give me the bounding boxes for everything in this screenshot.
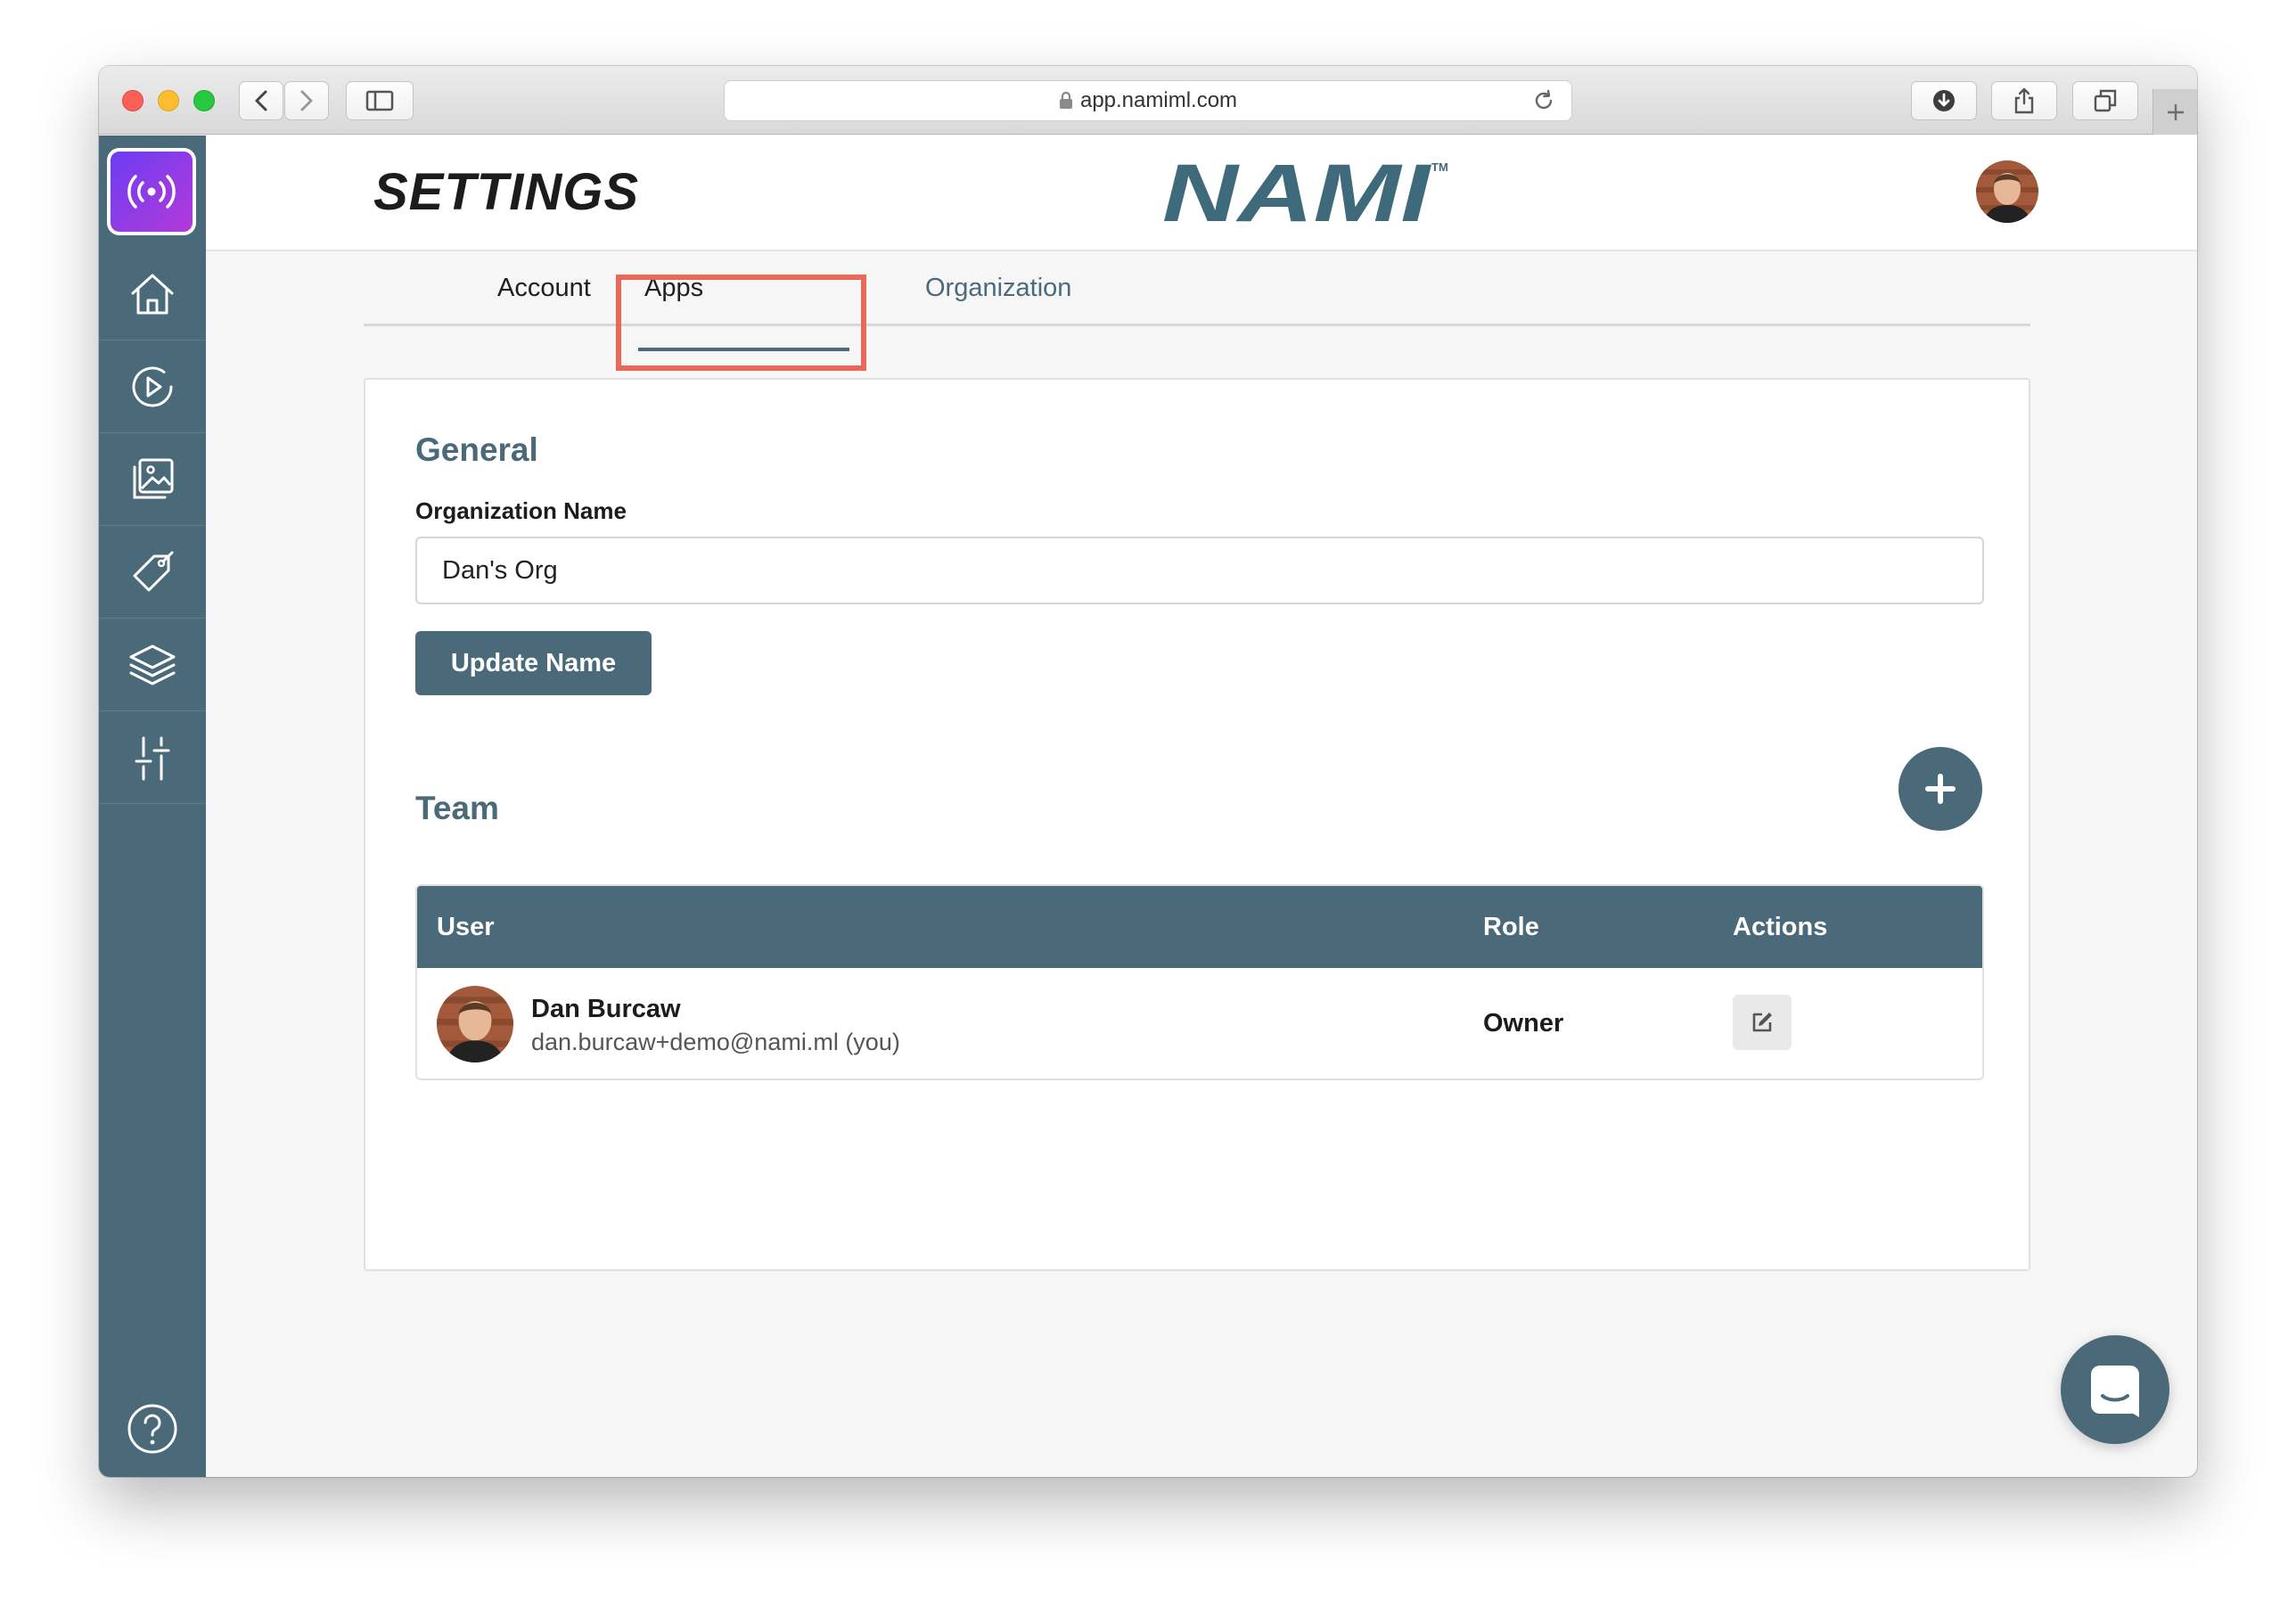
- column-header-user: User: [437, 912, 495, 941]
- play-circle-icon: [132, 366, 173, 406]
- sidebar-item-home[interactable]: [99, 248, 206, 340]
- team-section-title: Team: [415, 790, 499, 826]
- browser-titlebar: app.namiml.com: [99, 66, 2197, 135]
- address-bar[interactable]: app.namiml.com: [724, 80, 1572, 121]
- tab-account[interactable]: Account: [497, 250, 591, 326]
- edit-icon: [1752, 1013, 1772, 1032]
- url-text: app.namiml.com: [1079, 88, 1238, 112]
- organization-name-label: Organization Name: [415, 497, 627, 524]
- tag-icon: [133, 551, 174, 591]
- app-sidebar: [99, 135, 206, 1477]
- forward-button[interactable]: [284, 81, 329, 120]
- sidebar-item-paywalls[interactable]: [99, 433, 206, 526]
- image-gallery-icon: [133, 458, 174, 498]
- support-chat-button[interactable]: [2061, 1335, 2169, 1444]
- home-icon: [131, 274, 174, 314]
- edit-member-button[interactable]: [1733, 995, 1792, 1050]
- update-name-button[interactable]: Update Name: [415, 631, 652, 695]
- avatar-image: [1976, 160, 2038, 223]
- lock-icon: [1059, 92, 1072, 109]
- app-brand-button[interactable]: [107, 148, 196, 235]
- logo-wordmark: NAMI: [1162, 157, 1432, 228]
- annotation-highlight-box: [616, 275, 866, 371]
- logo-trademark: TM: [1431, 160, 1448, 174]
- zoom-window-button[interactable]: [193, 90, 215, 111]
- broadcast-icon: [127, 175, 176, 209]
- team-table-header: User Role Actions: [417, 886, 1982, 968]
- settings-tabs: Account Apps Organization: [364, 250, 2030, 326]
- plus-icon: [1925, 774, 1956, 804]
- tab-overview-button[interactable]: [2072, 81, 2138, 120]
- minimize-window-button[interactable]: [158, 90, 179, 111]
- share-icon: [2014, 87, 2034, 114]
- chevron-right-icon: [300, 90, 313, 111]
- help-icon[interactable]: [126, 1402, 179, 1456]
- sidebar-item-campaigns[interactable]: [99, 340, 206, 433]
- sidebar-toggle-button[interactable]: [346, 81, 414, 120]
- close-window-button[interactable]: [122, 90, 144, 111]
- chat-icon: [2091, 1366, 2139, 1417]
- avatar-image: [437, 986, 513, 1062]
- nami-logo: NAMI TM: [1162, 157, 1448, 228]
- plus-icon: [2167, 103, 2184, 120]
- team-table: User Role Actions Dan Burcaw dan.burcaw+…: [415, 884, 1984, 1080]
- table-row: Dan Burcaw dan.burcaw+demo@nami.ml (you)…: [417, 968, 1982, 1079]
- add-team-member-button[interactable]: [1898, 747, 1982, 831]
- column-header-actions: Actions: [1733, 912, 1828, 941]
- user-avatar[interactable]: [1976, 160, 2038, 223]
- general-section-title: General: [415, 431, 538, 468]
- page-title: SETTINGS: [373, 163, 640, 221]
- tab-organization[interactable]: Organization: [925, 250, 1071, 326]
- tabs-icon: [2094, 89, 2117, 112]
- sliders-icon: [135, 736, 170, 780]
- column-header-role: Role: [1483, 912, 1539, 941]
- avatar: [437, 986, 513, 1062]
- user-email: dan.burcaw+demo@nami.ml (you): [531, 1029, 900, 1055]
- user-name: Dan Burcaw: [531, 995, 681, 1023]
- share-button[interactable]: [1991, 81, 2057, 120]
- downloads-button[interactable]: [1911, 81, 1977, 120]
- sidebar-item-entitlements[interactable]: [99, 619, 206, 711]
- reload-icon[interactable]: [1532, 89, 1555, 112]
- sidebar-item-settings[interactable]: [99, 711, 206, 804]
- page-header: SETTINGS NAMI TM: [206, 135, 2197, 251]
- user-role: Owner: [1483, 1009, 1564, 1038]
- download-icon: [1933, 90, 1955, 111]
- sidebar-item-products[interactable]: [99, 526, 206, 619]
- back-button[interactable]: [239, 81, 283, 120]
- new-tab-button[interactable]: [2152, 89, 2197, 135]
- layers-icon: [129, 644, 176, 685]
- sidebar-panel-icon: [365, 90, 394, 111]
- organization-card: General Organization Name Update Name Te…: [364, 378, 2030, 1271]
- organization-name-input[interactable]: [415, 537, 1984, 604]
- chevron-left-icon: [255, 90, 267, 111]
- browser-window: app.namiml.com SETTINGS NAMI TM Account …: [99, 66, 2197, 1477]
